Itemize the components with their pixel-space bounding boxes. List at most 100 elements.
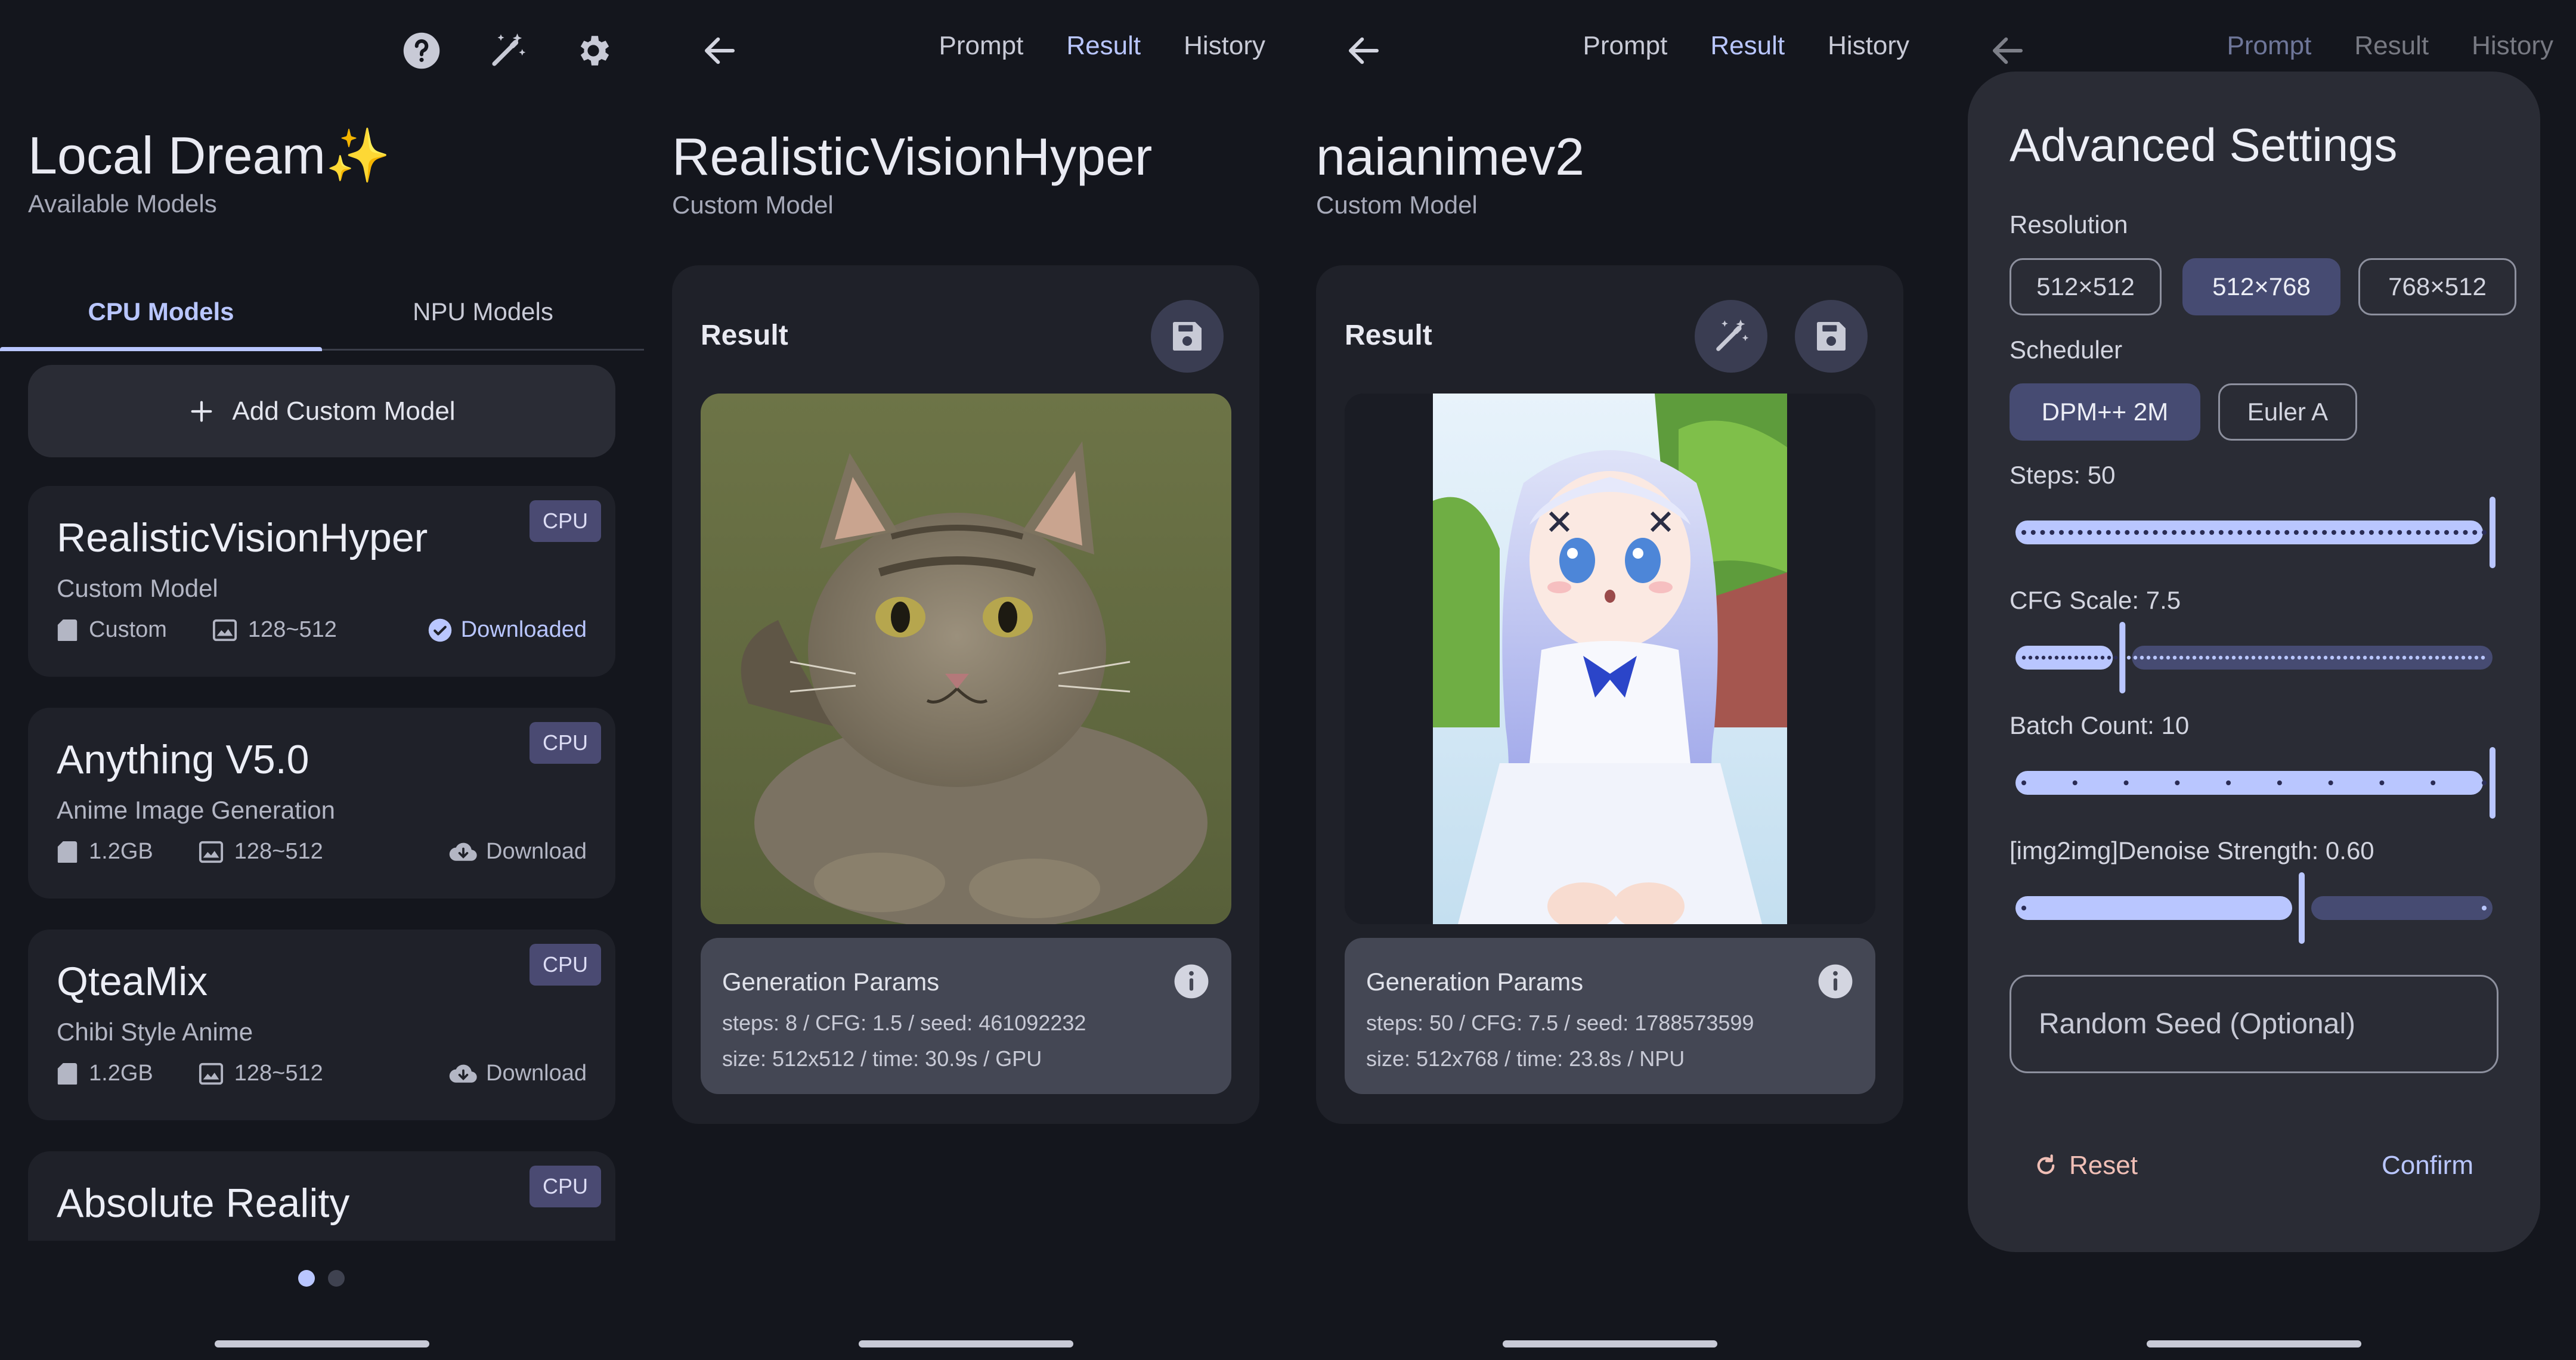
- tab-result[interactable]: Result: [1066, 31, 1141, 61]
- params-line-2: size: 512x512 / time: 30.9s / GPU: [722, 1046, 1042, 1071]
- tab-history[interactable]: History: [2472, 31, 2553, 61]
- page-dot[interactable]: [298, 1270, 315, 1287]
- slider-tick: [2123, 780, 2129, 785]
- home-indicator[interactable]: [1503, 1340, 1717, 1347]
- scheduler-option[interactable]: Euler A: [2218, 383, 2357, 441]
- slider-tick: [2244, 655, 2249, 660]
- random-seed-input[interactable]: Random Seed (Optional): [2010, 975, 2498, 1073]
- batch-count-slider[interactable]: [2010, 747, 2498, 819]
- top-bar: Prompt Result History: [644, 0, 1288, 101]
- model-subtitle: Custom Model: [1316, 191, 1478, 219]
- slider-tick: [2179, 655, 2184, 660]
- slider-tick: [2140, 655, 2144, 660]
- params-line-1: steps: 50 / CFG: 7.5 / seed: 1788573599: [1366, 1011, 1754, 1035]
- slider-tick: [2356, 655, 2361, 660]
- model-card[interactable]: CPU Anything V5.0 Anime Image Generation…: [28, 708, 615, 899]
- slider-tick: [2072, 780, 2077, 785]
- app-subtitle: Available Models: [28, 190, 217, 218]
- home-indicator[interactable]: [2147, 1340, 2361, 1347]
- slider-tick: [2431, 780, 2436, 785]
- slider-tick: [2330, 655, 2334, 660]
- generated-image-anime[interactable]: [1345, 394, 1875, 924]
- slider-tick: [2336, 655, 2341, 660]
- active-tab-indicator: [0, 347, 322, 351]
- cpu-badge: CPU: [529, 500, 601, 542]
- upscale-button[interactable]: [1695, 300, 1767, 373]
- resolution-option-selected[interactable]: 512×768: [2182, 258, 2340, 315]
- slider-tick: [2054, 655, 2059, 660]
- add-custom-model-button[interactable]: Add Custom Model: [28, 365, 615, 457]
- slider-tick: [2251, 655, 2256, 660]
- info-icon[interactable]: [1817, 963, 1854, 1000]
- params-line-2: size: 512x768 / time: 23.8s / NPU: [1366, 1046, 1685, 1071]
- resolution-option[interactable]: 512×512: [2010, 258, 2162, 315]
- slider-tick: [2310, 655, 2315, 660]
- slider-tick: [2048, 655, 2052, 660]
- info-icon[interactable]: [1173, 963, 1210, 1000]
- model-name: RealisticVisionHyper: [57, 515, 428, 560]
- cfg-scale-slider[interactable]: [2010, 622, 2498, 693]
- home-indicator[interactable]: [859, 1340, 1073, 1347]
- denoise-strength-slider[interactable]: [2010, 872, 2498, 944]
- cat-image: [701, 394, 1231, 924]
- image-icon: [212, 619, 237, 641]
- slider-tick: [2461, 655, 2466, 660]
- model-size: Custom: [89, 617, 167, 642]
- magic-wand-icon[interactable]: [481, 24, 534, 78]
- model-title: naianimev2: [1316, 127, 1585, 186]
- slider-tick: [2021, 530, 2026, 535]
- slider-thumb: [2299, 872, 2305, 944]
- steps-slider[interactable]: [2010, 497, 2498, 568]
- slider-tick: [2192, 655, 2197, 660]
- save-icon: [1817, 322, 1846, 351]
- tab-npu-models[interactable]: NPU Models: [322, 273, 644, 351]
- downloaded-status: Downloaded: [428, 617, 587, 643]
- model-resolution: 128~512: [247, 617, 337, 642]
- download-button[interactable]: Download: [449, 1061, 587, 1086]
- nav-tabs: Prompt Result History: [2227, 31, 2553, 61]
- slider-tick: [2388, 530, 2393, 535]
- slider-tick: [2162, 530, 2168, 535]
- tab-prompt[interactable]: Prompt: [939, 31, 1024, 61]
- tab-cpu-models[interactable]: CPU Models: [0, 273, 322, 351]
- tab-history[interactable]: History: [1828, 31, 1909, 61]
- back-arrow-icon[interactable]: [1337, 24, 1391, 78]
- slider-tick: [2406, 530, 2411, 535]
- save-button[interactable]: [1151, 300, 1224, 373]
- generated-image-cat[interactable]: [701, 394, 1231, 924]
- model-card[interactable]: CPU RealisticVisionHyper Custom Model Cu…: [28, 486, 615, 677]
- slider-tick: [2271, 655, 2275, 660]
- cloud-download-icon: [449, 842, 477, 861]
- download-button[interactable]: Download: [449, 839, 587, 865]
- tab-prompt[interactable]: Prompt: [1583, 31, 1668, 61]
- slider-tick: [2297, 655, 2302, 660]
- tab-result[interactable]: Result: [1710, 31, 1785, 61]
- slider-tick: [2226, 780, 2231, 785]
- slider-tick: [2378, 530, 2383, 535]
- params-title: Generation Params: [1366, 968, 1584, 996]
- save-button[interactable]: [1795, 300, 1868, 373]
- slider-tick: [2425, 530, 2431, 535]
- slider-tick: [2190, 530, 2196, 535]
- tab-result[interactable]: Result: [2354, 31, 2429, 61]
- scheduler-option-selected[interactable]: DPM++ 2M: [2010, 383, 2200, 441]
- confirm-button[interactable]: Confirm: [2382, 1151, 2473, 1181]
- gear-icon[interactable]: [566, 24, 620, 78]
- back-arrow-icon[interactable]: [1981, 24, 2035, 78]
- reset-button[interactable]: Reset: [2033, 1151, 2138, 1181]
- home-indicator[interactable]: [215, 1340, 429, 1347]
- slider-tick: [2237, 530, 2243, 535]
- tab-history[interactable]: History: [1184, 31, 1265, 61]
- model-card[interactable]: CPU QteaMix Chibi Style Anime 1.2GB 128~…: [28, 930, 615, 1120]
- model-card[interactable]: CPU Absolute Reality: [28, 1151, 615, 1241]
- slider-tick: [2077, 530, 2083, 535]
- status-label: Download: [486, 1061, 587, 1086]
- resolution-option[interactable]: 768×512: [2358, 258, 2516, 315]
- slider-tick: [2284, 655, 2289, 660]
- tab-prompt[interactable]: Prompt: [2227, 31, 2312, 61]
- page-dot[interactable]: [328, 1270, 345, 1287]
- back-arrow-icon[interactable]: [693, 24, 747, 78]
- slider-tick: [2454, 655, 2459, 660]
- help-icon[interactable]: [395, 24, 448, 78]
- slider-tick: [2166, 655, 2171, 660]
